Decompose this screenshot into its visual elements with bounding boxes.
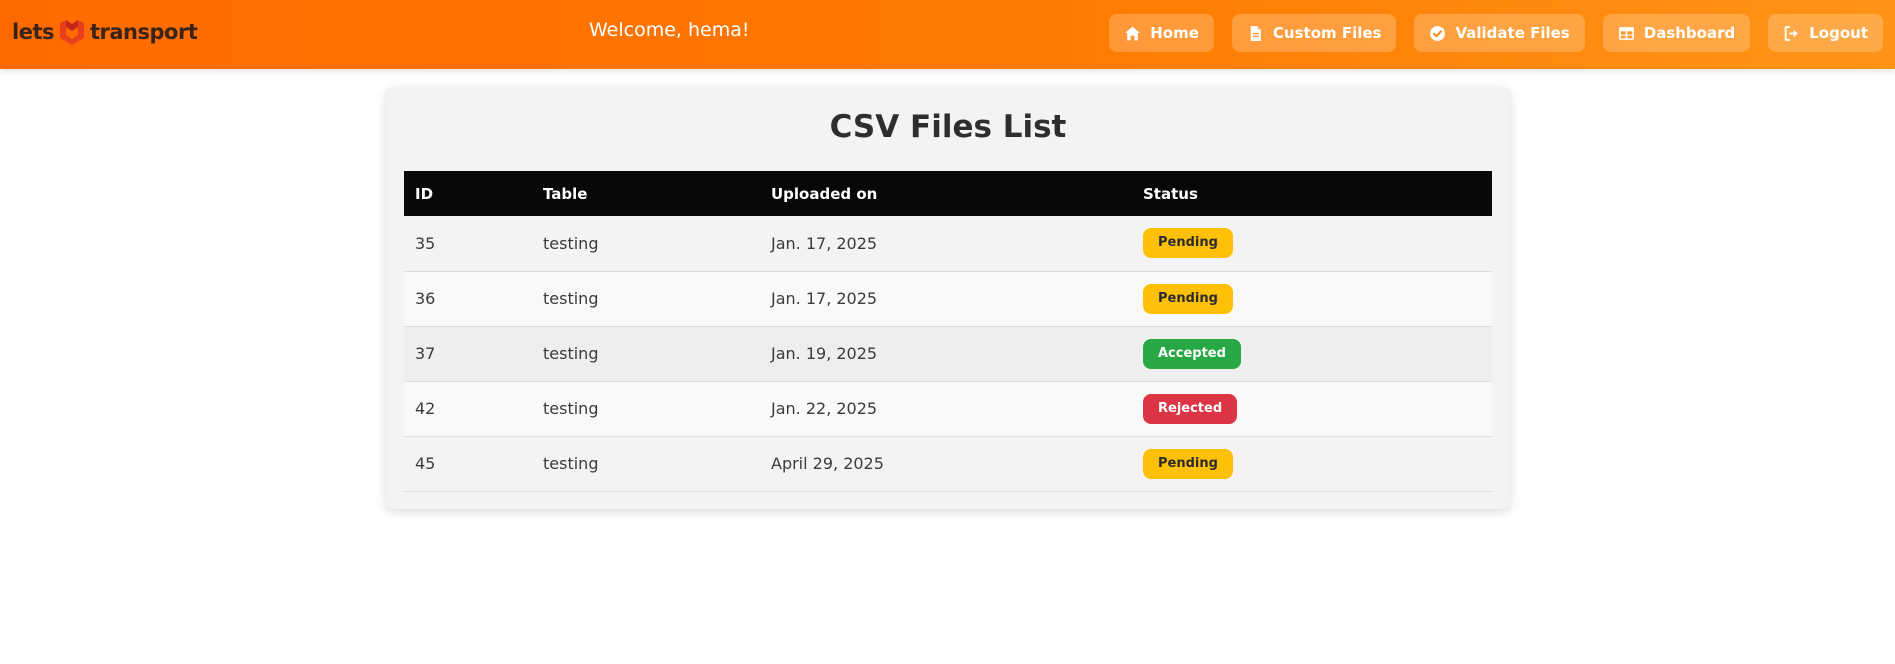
cell-table: testing [532,271,760,327]
cell-table: testing [532,326,760,382]
nav-logout-button[interactable]: Logout [1768,14,1883,52]
cell-id: 36 [404,271,532,327]
logo-text-lets: lets [12,20,54,44]
cell-table: testing [532,436,760,492]
file-icon [1250,25,1261,41]
home-icon [1125,26,1141,40]
status-badge: Pending [1143,283,1233,314]
brand-logo[interactable]: lets transport [12,15,198,49]
cell-table: testing [532,381,760,437]
logout-icon [1784,25,1799,41]
status-badge: Rejected [1143,393,1238,424]
status-badge: Pending [1143,448,1233,479]
status-badge: Accepted [1143,338,1241,369]
cell-id: 42 [404,381,532,437]
cell-uploaded-on: Jan. 17, 2025 [760,271,1132,327]
column-header-status[interactable]: Status [1132,171,1492,216]
table-row[interactable]: 35 testing Jan. 17, 2025 Pending [404,216,1492,272]
column-header-table[interactable]: Table [532,171,760,216]
cell-uploaded-on: Jan. 17, 2025 [760,216,1132,272]
cell-id: 37 [404,326,532,382]
page-title: CSV Files List [829,109,1067,145]
check-circle-icon [1430,25,1446,41]
table-row[interactable]: 36 testing Jan. 17, 2025 Pending [404,271,1492,327]
table-row[interactable]: 45 testing April 29, 2025 Pending [404,436,1492,492]
top-navbar: lets transport Welcome, hema! Home Custo… [0,0,1895,69]
logo-text-transport: transport [89,20,198,44]
nav-validate-files-button[interactable]: Validate Files [1414,14,1585,52]
cell-id: 35 [404,216,532,272]
cell-table: testing [532,216,760,272]
table-header-row: ID Table Uploaded on Status [404,171,1492,216]
cell-uploaded-on: Jan. 19, 2025 [760,326,1132,382]
nav-home-button[interactable]: Home [1109,14,1214,52]
nav-home-label: Home [1150,24,1199,42]
cell-status: Pending [1132,271,1492,327]
nav-dashboard-label: Dashboard [1643,24,1736,42]
nav-validate-files-label: Validate Files [1455,24,1570,42]
table-icon [1618,26,1634,40]
logo-mark-icon [59,20,84,45]
nav-custom-files-button[interactable]: Custom Files [1231,14,1397,52]
cell-uploaded-on: Jan. 22, 2025 [760,381,1132,437]
cell-status: Rejected [1132,381,1492,437]
files-card: CSV Files List ID Table Uploaded on Stat… [386,87,1510,509]
welcome-message: Welcome, hema! [589,19,750,41]
column-header-id[interactable]: ID [404,171,532,216]
nav-menu: Home Custom Files Validate Files Dashboa… [1109,14,1883,52]
cell-uploaded-on: April 29, 2025 [760,436,1132,492]
table-row[interactable]: 37 testing Jan. 19, 2025 Accepted [404,326,1492,382]
cell-status: Accepted [1132,326,1492,382]
status-badge: Pending [1143,228,1233,259]
nav-logout-label: Logout [1809,24,1868,42]
nav-custom-files-label: Custom Files [1272,24,1382,42]
cell-status: Pending [1132,436,1492,492]
csv-files-table: ID Table Uploaded on Status 35 testing J… [404,171,1492,492]
cell-id: 45 [404,436,532,492]
nav-dashboard-button[interactable]: Dashboard [1602,14,1751,52]
table-row[interactable]: 42 testing Jan. 22, 2025 Rejected [404,381,1492,437]
cell-status: Pending [1132,216,1492,272]
column-header-uploaded-on[interactable]: Uploaded on [760,171,1132,216]
